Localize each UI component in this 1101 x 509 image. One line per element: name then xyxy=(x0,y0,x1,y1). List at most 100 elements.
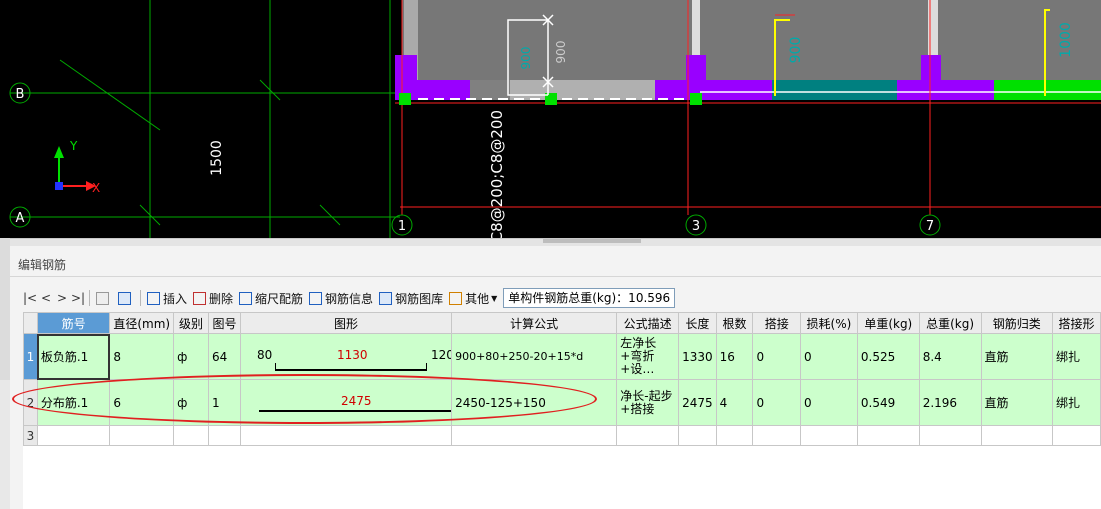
move-up-button[interactable] xyxy=(93,287,115,309)
empty-cell[interactable] xyxy=(173,425,209,446)
empty-cell[interactable] xyxy=(451,425,618,446)
other-dropdown[interactable]: 其他 ▼ xyxy=(446,287,500,309)
cell-lap-type[interactable]: 绑扎 xyxy=(1052,333,1101,380)
column-header[interactable]: 搭接 xyxy=(752,312,802,334)
cell-grade[interactable]: ф xyxy=(173,379,209,426)
empty-cell[interactable] xyxy=(36,425,111,446)
cell-shape[interactable]: 2475 xyxy=(239,379,453,426)
cell-count[interactable]: 4 xyxy=(715,379,754,426)
shape-right-value: 120 xyxy=(430,348,452,362)
total-weight-display: 单构件钢筋总重(kg)：10.596 xyxy=(503,288,676,308)
column-header[interactable]: 单重(kg) xyxy=(856,312,920,334)
nav-next-button[interactable]: > xyxy=(54,291,70,305)
cell-formula[interactable]: 2450-125+150 xyxy=(451,379,618,426)
column-header[interactable]: 级别 xyxy=(173,312,209,334)
cell-name[interactable]: 板负筋.1 xyxy=(36,333,111,380)
move-down-button[interactable] xyxy=(115,287,137,309)
column-header[interactable]: 根数 xyxy=(715,312,754,334)
cell-length[interactable]: 2475 xyxy=(678,379,717,426)
cell-formula[interactable]: 900+80+250-20+15*d xyxy=(451,333,618,380)
empty-cell[interactable] xyxy=(616,425,680,446)
cell-lap[interactable]: 0 xyxy=(752,379,802,426)
axis-label-a: A xyxy=(16,211,25,226)
dimension-900-c: 900 xyxy=(788,37,804,64)
empty-cell[interactable] xyxy=(980,425,1054,446)
splitter-grip[interactable] xyxy=(543,239,641,243)
shape-bar-line xyxy=(274,363,427,371)
column-header[interactable]: 图号 xyxy=(207,312,241,334)
table-row[interactable]: 3 xyxy=(23,425,1101,446)
cell-figure-no[interactable]: 1 xyxy=(207,379,241,426)
empty-cell[interactable] xyxy=(1052,425,1101,446)
scale-rebar-button[interactable]: 缩尺配筋 xyxy=(236,287,306,309)
cell-total-weight[interactable]: 2.196 xyxy=(918,379,982,426)
document-icon xyxy=(309,291,323,305)
rebar-info-button[interactable]: 钢筋信息 xyxy=(306,287,376,309)
cell-diameter[interactable]: 6 xyxy=(109,379,175,426)
dimension-900-a: 900 xyxy=(519,47,533,70)
cell-category[interactable]: 直筋 xyxy=(980,333,1054,380)
column-header[interactable]: 损耗(%) xyxy=(800,312,858,334)
dimension-1000: 1000 xyxy=(1058,22,1074,58)
empty-cell[interactable] xyxy=(715,425,754,446)
cad-drawing-view[interactable]: B A 1 3 7 Y X 1500 无标注FJ-C8@200;C8@200 9… xyxy=(0,0,1101,238)
column-header[interactable]: 长度 xyxy=(678,312,717,334)
cell-loss[interactable]: 0 xyxy=(800,333,858,380)
panel-title: 编辑钢筋 xyxy=(18,258,67,272)
empty-cell[interactable] xyxy=(856,425,920,446)
insert-button[interactable]: 插入 xyxy=(144,287,190,309)
cell-name[interactable]: 分布筋.1 xyxy=(36,379,111,426)
shape-left-value: 80 xyxy=(256,348,273,362)
cell-length[interactable]: 1330 xyxy=(678,333,717,380)
cell-figure-no[interactable]: 64 xyxy=(207,333,241,380)
row-number[interactable]: 1 xyxy=(23,333,38,380)
cell-grade[interactable]: ф xyxy=(173,333,209,380)
row-number[interactable]: 3 xyxy=(23,425,38,446)
empty-cell[interactable] xyxy=(918,425,982,446)
axis-label-1: 1 xyxy=(398,219,406,234)
cell-description[interactable]: 净长-起步+搭接 xyxy=(616,379,680,426)
empty-cell[interactable] xyxy=(207,425,241,446)
rebar-library-button[interactable]: 钢筋图库 xyxy=(376,287,446,309)
nav-last-button[interactable]: >| xyxy=(70,291,86,305)
scale-icon xyxy=(239,291,253,305)
column-header[interactable]: 图形 xyxy=(239,312,453,334)
chevron-down-icon: ▼ xyxy=(491,293,498,303)
empty-cell[interactable] xyxy=(239,425,453,446)
cell-unit-weight[interactable]: 0.525 xyxy=(856,333,920,380)
empty-cell[interactable] xyxy=(678,425,717,446)
column-header[interactable]: 钢筋归类 xyxy=(980,312,1054,334)
column-header[interactable]: 总重(kg) xyxy=(918,312,982,334)
empty-cell[interactable] xyxy=(800,425,858,446)
cell-count[interactable]: 16 xyxy=(715,333,754,380)
cell-shape[interactable]: 80 1130 120 xyxy=(239,333,453,380)
table-row[interactable]: 1 板负筋.1 8 ф 64 80 1130 120 900+80+250-20… xyxy=(23,333,1101,380)
nav-prev-button[interactable]: < xyxy=(38,291,54,305)
cell-diameter[interactable]: 8 xyxy=(109,333,175,380)
axis-label-b: B xyxy=(16,87,25,102)
cell-loss[interactable]: 0 xyxy=(800,379,858,426)
header-corner xyxy=(23,312,38,334)
rebar-table: 筋号 直径(mm) 级别 图号 图形 计算公式 公式描述 长度 根数 搭接 损耗… xyxy=(23,312,1101,509)
column-header[interactable]: 筋号 xyxy=(36,312,111,334)
settings-icon xyxy=(449,291,463,305)
column-header[interactable]: 公式描述 xyxy=(616,312,680,334)
row-number[interactable]: 2 xyxy=(23,379,38,426)
cell-lap-type[interactable]: 绑扎 xyxy=(1052,379,1101,426)
cad-canvas[interactable]: B A 1 3 7 Y X 1500 无标注FJ-C8@200;C8@200 9… xyxy=(0,0,1101,238)
delete-button[interactable]: 删除 xyxy=(190,287,236,309)
empty-cell[interactable] xyxy=(109,425,175,446)
cell-total-weight[interactable]: 8.4 xyxy=(918,333,982,380)
empty-cell[interactable] xyxy=(752,425,802,446)
cell-unit-weight[interactable]: 0.549 xyxy=(856,379,920,426)
cell-description[interactable]: 左净长+弯折+设… xyxy=(616,333,680,380)
column-header[interactable]: 计算公式 xyxy=(451,312,618,334)
column-header[interactable]: 直径(mm) xyxy=(109,312,175,334)
table-row[interactable]: 2 分布筋.1 6 ф 1 2475 2450-125+150 净长-起步+搭接… xyxy=(23,379,1101,426)
cell-category[interactable]: 直筋 xyxy=(980,379,1054,426)
cell-lap[interactable]: 0 xyxy=(752,333,802,380)
toolbar-separator xyxy=(140,290,141,306)
nav-first-button[interactable]: |< xyxy=(22,291,38,305)
column-header[interactable]: 搭接形 xyxy=(1052,312,1101,334)
insert-label: 插入 xyxy=(163,291,188,306)
